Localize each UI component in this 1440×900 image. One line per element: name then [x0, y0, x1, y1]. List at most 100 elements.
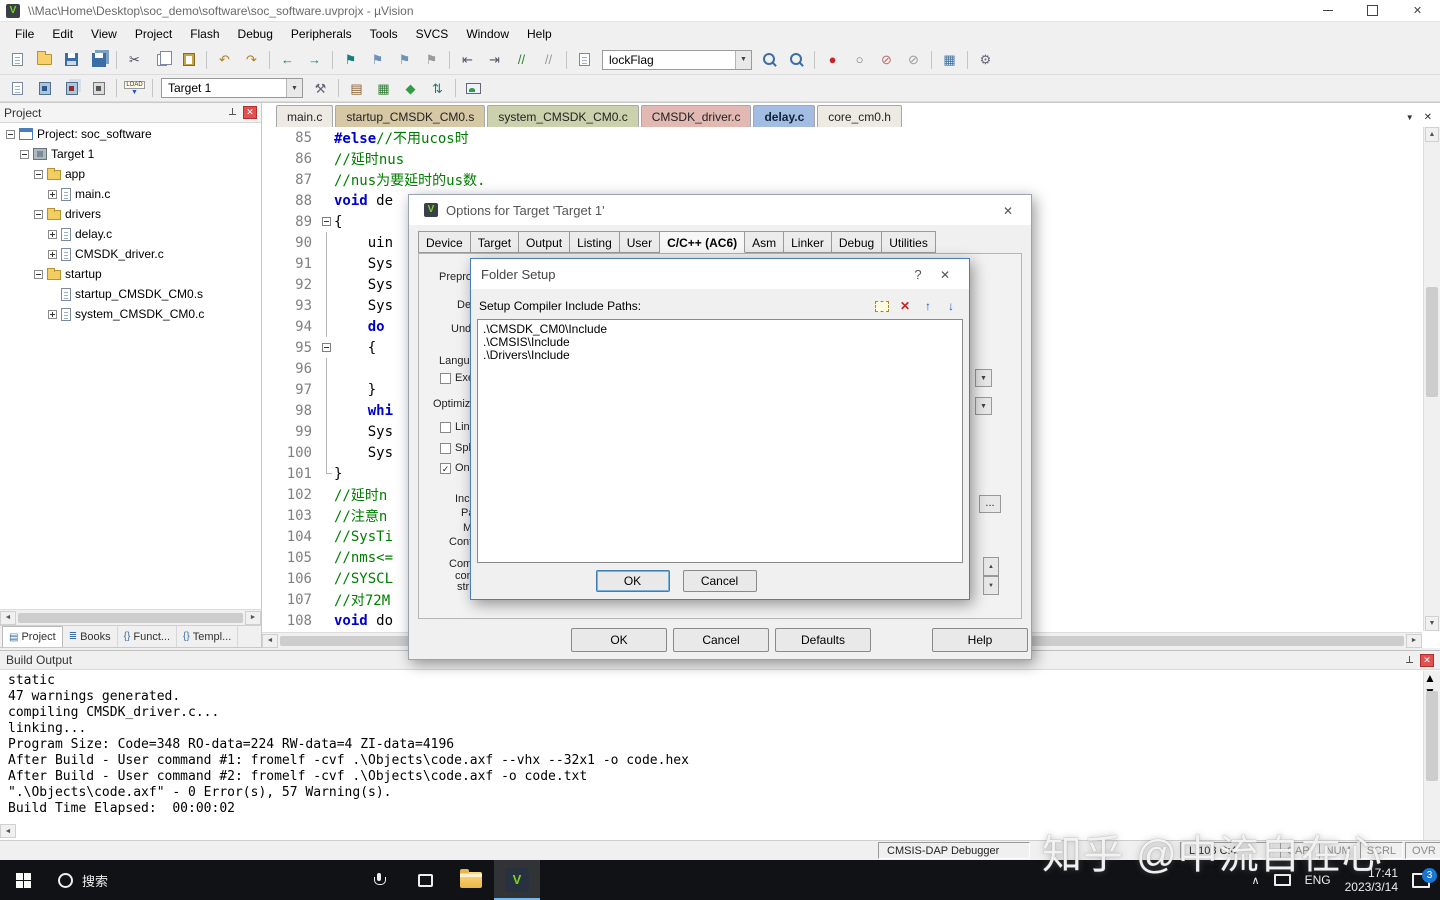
help-button[interactable]: Help [932, 628, 1028, 652]
nav-back-button[interactable]: ← [275, 48, 300, 72]
include-paths-list[interactable]: .\CMSDK_CM0\Include .\CMSIS\Include .\Driv… [477, 319, 963, 563]
cancel-button[interactable]: Cancel [673, 628, 769, 652]
load-flash-button[interactable]: LOAD ▼ [122, 76, 147, 100]
find-in-files-button[interactable] [757, 48, 782, 72]
move-up-icon[interactable] [918, 298, 938, 315]
bookmark-prev-button[interactable]: ⚑ [365, 48, 390, 72]
start-button[interactable] [0, 860, 46, 900]
options-tab-c-c-ac6[interactable]: C/C++ (AC6) [660, 231, 746, 253]
scroll-down-icon[interactable] [1425, 616, 1439, 631]
menu-svcs[interactable]: SVCS [407, 24, 458, 44]
breakpoint-enable-button[interactable]: ○ [847, 48, 872, 72]
tree-expander-icon[interactable] [48, 249, 57, 259]
editor-tab-system-cmsdk-cm0-c[interactable]: system_CMSDK_CM0.c [487, 105, 639, 127]
panel-tab-templ[interactable]: {} Templ... [177, 626, 239, 647]
new-path-icon[interactable] [872, 298, 892, 315]
close-panel-icon[interactable] [243, 106, 257, 119]
panel-tab-funct[interactable]: {} Funct... [118, 626, 178, 647]
options-for-target-button[interactable]: ⚒ [308, 76, 333, 100]
scroll-up-icon[interactable] [1425, 127, 1439, 142]
close-icon[interactable] [931, 267, 959, 282]
ok-button[interactable]: OK [595, 570, 670, 592]
fold-collapse-icon[interactable] [322, 217, 331, 226]
configure-button[interactable]: ⚙ [973, 48, 998, 72]
fold-collapse-icon[interactable] [322, 343, 331, 352]
paste-button[interactable] [176, 48, 201, 72]
help-icon[interactable]: ? [905, 267, 931, 282]
tree-expander-icon[interactable] [20, 149, 29, 159]
rebuild-button[interactable] [59, 76, 84, 100]
spin-down-icon[interactable]: ▼ [983, 576, 999, 595]
scroll-left-icon[interactable] [0, 610, 16, 625]
tree-expander-icon[interactable] [48, 189, 57, 199]
tree-expander-icon[interactable] [48, 229, 57, 239]
target-dropdown-icon[interactable]: ▼ [286, 79, 302, 97]
tree-expander-icon[interactable] [34, 209, 43, 219]
project-hscrollbar[interactable] [0, 609, 261, 625]
save-button[interactable] [59, 48, 84, 72]
debug-windows-button[interactable]: ▦ [937, 48, 962, 72]
bookmark-clear-button[interactable]: ⚑ [419, 48, 444, 72]
options-tab-user[interactable]: User [619, 231, 661, 253]
tree-expander-icon[interactable] [34, 169, 43, 179]
bookmark-next-button[interactable]: ⚑ [392, 48, 417, 72]
spin-up-icon[interactable]: ▲ [983, 557, 999, 576]
scroll-thumb[interactable] [18, 612, 243, 623]
menu-file[interactable]: File [6, 24, 43, 44]
menu-flash[interactable]: Flash [181, 24, 228, 44]
panel-tab-project[interactable]: ▤ Project [2, 626, 63, 647]
action-center-button[interactable]: 3 [1412, 867, 1437, 888]
tree-item-main-c[interactable]: main.c [0, 184, 261, 204]
breakpoint-kill-button[interactable]: ⊘ [901, 48, 926, 72]
editor-vscrollbar[interactable] [1423, 127, 1440, 631]
find-input[interactable]: lockFlag ▼ [602, 49, 752, 70]
close-panel-icon[interactable] [1420, 653, 1434, 667]
pin-icon[interactable] [227, 107, 238, 118]
minimize-button[interactable] [1305, 0, 1350, 21]
batch-build-button[interactable] [86, 76, 111, 100]
scroll-right-icon[interactable] [245, 610, 261, 625]
options-tab-debug[interactable]: Debug [831, 231, 883, 253]
bookmark-toggle-button[interactable]: ⚑ [338, 48, 363, 72]
menu-edit[interactable]: Edit [43, 24, 82, 44]
tree-expander-icon[interactable] [34, 269, 43, 279]
combo-dropdown-icon[interactable]: ▼ [975, 397, 992, 415]
search-dropdown-button[interactable] [784, 48, 809, 72]
combo-dropdown-icon[interactable]: ▼ [975, 369, 992, 387]
tree-item-drivers[interactable]: drivers [0, 204, 261, 224]
checkbox-spl[interactable] [440, 443, 451, 454]
open-file-button[interactable] [32, 48, 57, 72]
new-file-button[interactable] [5, 48, 30, 72]
file-explorer-button[interactable] [448, 860, 494, 900]
translate-button[interactable] [5, 76, 30, 100]
options-tab-target[interactable]: Target [470, 231, 520, 253]
breakpoint-toggle-button[interactable]: ● [820, 48, 845, 72]
tree-item-delay-c[interactable]: delay.c [0, 224, 261, 244]
redo-button[interactable]: ↷ [239, 48, 264, 72]
build-button[interactable] [32, 76, 57, 100]
uvision-taskbar-button[interactable] [494, 860, 541, 900]
close-button[interactable] [1395, 0, 1440, 21]
menu-window[interactable]: Window [457, 24, 518, 44]
microphone-button[interactable] [356, 860, 402, 900]
editor-tab-core-cm0-h[interactable]: core_cm0.h [817, 105, 902, 127]
scroll-thumb[interactable] [1426, 691, 1438, 781]
menu-peripherals[interactable]: Peripherals [282, 24, 361, 44]
tree-expander-icon[interactable] [48, 309, 57, 319]
menu-debug[interactable]: Debug [229, 24, 282, 44]
build-output-vscrollbar[interactable] [1423, 671, 1440, 840]
scroll-right-icon[interactable] [1406, 633, 1422, 648]
manage-items-button[interactable]: ▦ [371, 76, 396, 100]
find-dropdown-icon[interactable]: ▼ [735, 50, 751, 69]
target-select[interactable]: Target 1 ▼ [161, 78, 303, 98]
copy-button[interactable] [149, 48, 174, 72]
uncomment-button[interactable]: // [536, 48, 561, 72]
tab-list-icon[interactable] [1406, 109, 1414, 123]
task-view-button[interactable] [402, 860, 448, 900]
ok-button[interactable]: OK [571, 628, 667, 652]
options-tab-output[interactable]: Output [519, 231, 571, 253]
pin-icon[interactable] [1404, 655, 1415, 666]
breakpoint-disable-button[interactable]: ⊘ [874, 48, 899, 72]
menu-view[interactable]: View [82, 24, 126, 44]
editor-tab-startup-cmsdk-cm0-s[interactable]: startup_CMSDK_CM0.s [335, 105, 486, 127]
